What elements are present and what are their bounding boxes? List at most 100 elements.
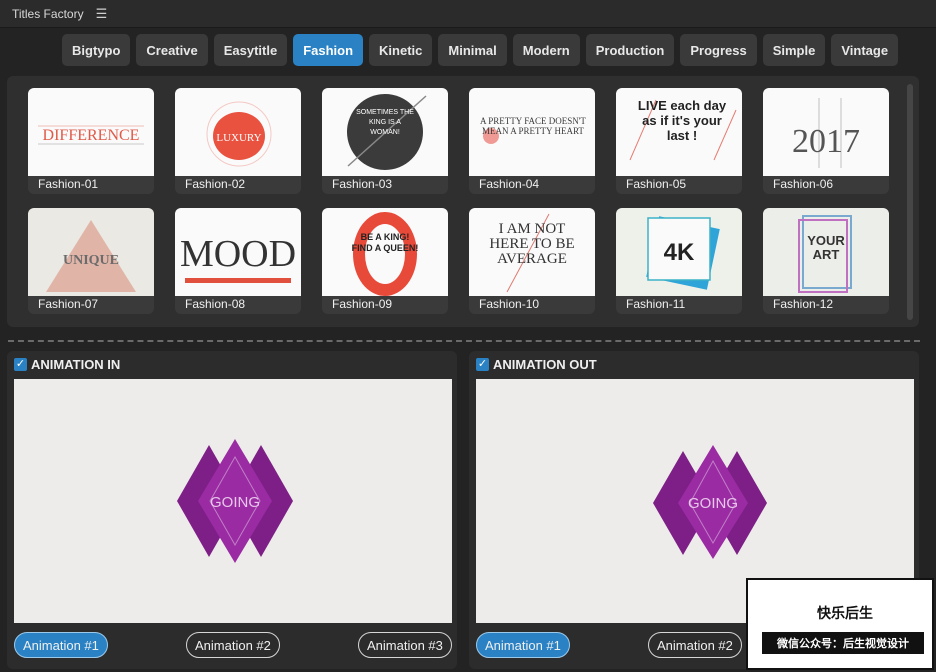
watermark-line-2: 微信公众号：后生视觉设计 [762, 632, 924, 654]
tab-creative[interactable]: Creative [136, 34, 208, 66]
thumb-text: LUXURY [216, 132, 261, 144]
template-thumbnail: 2017 [763, 88, 889, 176]
animation-in-preview: GOING [14, 379, 452, 623]
template-thumbnail: YOUR ART [763, 208, 889, 296]
template-gallery: DIFFERENCE Fashion-01 LUXURY Fashion-02 … [7, 76, 919, 327]
template-label: Fashion-10 [479, 297, 540, 311]
thumb-text: 4K [664, 239, 695, 266]
template-thumbnail: DIFFERENCE [28, 88, 154, 176]
template-label: Fashion-06 [773, 177, 834, 191]
template-card-fashion-08[interactable]: MOOD Fashion-08 [175, 208, 301, 314]
template-card-fashion-04[interactable]: A PRETTY FACE DOESN'T MEAN A PRETTY HEAR… [469, 88, 595, 194]
tab-label: Production [595, 42, 665, 58]
template-label: Fashion-02 [185, 177, 246, 191]
tab-vintage[interactable]: Vintage [831, 34, 899, 66]
thumb-text: MOOD [180, 233, 296, 275]
template-thumbnail: UNIQUE [28, 208, 154, 296]
animation-out-title: ANIMATION OUT [493, 357, 597, 372]
template-label: Fashion-05 [626, 177, 687, 191]
section-divider [8, 340, 920, 342]
template-card-fashion-06[interactable]: 2017 Fashion-06 [763, 88, 889, 194]
preview-text: GOING [210, 494, 260, 511]
thumbnail-art: DIFFERENCE [38, 125, 144, 145]
template-label: Fashion-08 [185, 297, 246, 311]
thumb-text: UNIQUE [63, 253, 119, 268]
animation-in-header: ✓ ANIMATION IN [14, 357, 120, 372]
watermark-line-1: 快乐后生 [798, 602, 892, 624]
template-card-fashion-03[interactable]: SOMETIMES THE KING IS A WOMAN! Fashion-0… [322, 88, 448, 194]
template-card-fashion-07[interactable]: UNIQUE Fashion-07 [28, 208, 154, 314]
animation-in-3-button[interactable]: Animation #3 [358, 632, 452, 658]
tab-label: Easytitle [223, 42, 278, 58]
tab-easytitle[interactable]: Easytitle [213, 34, 288, 66]
preview-text: GOING [688, 495, 738, 512]
tab-label: Fashion [303, 42, 354, 58]
thumbnail-art: A PRETTY FACE DOESN'T MEAN A PRETTY HEAR… [480, 116, 586, 144]
animation-in-panel: ✓ ANIMATION IN GOING Animation #1 Animat… [7, 351, 457, 669]
template-card-fashion-02[interactable]: LUXURY Fashion-02 [175, 88, 301, 194]
thumbnail-art: LUXURY [206, 101, 272, 167]
title-bar: Titles Factory ☰ [0, 0, 936, 28]
tab-label: Modern [522, 42, 570, 58]
animation-in-2-button[interactable]: Animation #2 [186, 632, 280, 658]
tab-label: Minimal [448, 42, 497, 58]
thumbnail-art: 4K [646, 216, 720, 290]
button-label: Animation #1 [485, 637, 561, 653]
tab-label: Bigtypo [72, 42, 121, 58]
template-thumbnail: I AM NOT HERE TO BE AVERAGE [469, 208, 595, 296]
template-card-fashion-05[interactable]: LIVE each day as if it's your last ! Fas… [616, 88, 742, 194]
animation-out-2-button[interactable]: Animation #2 [648, 632, 742, 658]
template-label: Fashion-04 [479, 177, 540, 191]
animation-in-title: ANIMATION IN [31, 357, 121, 372]
template-label: Fashion-07 [38, 297, 99, 311]
button-label: Animation #2 [195, 637, 271, 653]
template-card-fashion-01[interactable]: DIFFERENCE Fashion-01 [28, 88, 154, 194]
animation-in-1-button[interactable]: Animation #1 [14, 632, 108, 658]
tab-label: Kinetic [379, 42, 423, 58]
template-label: Fashion-12 [773, 297, 834, 311]
tab-modern[interactable]: Modern [512, 34, 580, 66]
template-label: Fashion-03 [332, 177, 393, 191]
tab-production[interactable]: Production [585, 34, 675, 66]
thumbnail-art: 2017 [792, 98, 860, 168]
tab-label: Creative [146, 42, 198, 58]
button-label: Animation #2 [657, 637, 733, 653]
tab-label: Simple [772, 42, 816, 58]
animation-out-checkbox[interactable]: ✓ [476, 358, 489, 371]
thumbnail-art: I AM NOT HERE TO BE AVERAGE [489, 213, 575, 293]
template-thumbnail: A PRETTY FACE DOESN'T MEAN A PRETTY HEAR… [469, 88, 595, 176]
tab-progress[interactable]: Progress [680, 34, 757, 66]
template-thumbnail: LUXURY [175, 88, 301, 176]
gallery-scrollbar[interactable] [907, 84, 913, 320]
thumb-text: 2017 [792, 123, 860, 160]
tab-simple[interactable]: Simple [762, 34, 826, 66]
tab-kinetic[interactable]: Kinetic [369, 34, 433, 66]
thumbnail-art: UNIQUE [46, 220, 136, 292]
animation-out-1-button[interactable]: Animation #1 [476, 632, 570, 658]
template-label: Fashion-11 [626, 297, 686, 311]
thumb-text: LIVE each day as if it's your last ! [637, 98, 727, 143]
template-label: Fashion-01 [38, 177, 99, 191]
thumbnail-art: BE A KING! FIND A QUEEN! [352, 212, 418, 296]
template-card-fashion-12[interactable]: YOUR ART Fashion-12 [763, 208, 889, 314]
template-thumbnail: 4K [616, 208, 742, 296]
thumbnail-art: LIVE each day as if it's your last ! [629, 98, 737, 161]
template-card-fashion-11[interactable]: 4K Fashion-11 [616, 208, 742, 314]
thumbnail-art: MOOD [180, 233, 296, 283]
template-card-fashion-10[interactable]: I AM NOT HERE TO BE AVERAGE Fashion-10 [469, 208, 595, 314]
tab-fashion[interactable]: Fashion [293, 34, 364, 66]
tab-minimal[interactable]: Minimal [438, 34, 507, 66]
animation-in-checkbox[interactable]: ✓ [14, 358, 27, 371]
template-label: Fashion-09 [332, 297, 393, 311]
thumb-text: I AM NOT HERE TO BE AVERAGE [489, 222, 575, 267]
preview-graphic: GOING [177, 439, 293, 563]
template-card-fashion-09[interactable]: BE A KING! FIND A QUEEN! Fashion-09 [322, 208, 448, 314]
hamburger-menu-icon[interactable]: ☰ [96, 6, 108, 22]
button-label: Animation #1 [23, 637, 99, 653]
tab-label: Vintage [841, 42, 889, 58]
template-thumbnail: SOMETIMES THE KING IS A WOMAN! [322, 88, 448, 176]
category-tabs: Bigtypo Creative Easytitle Fashion Kinet… [62, 34, 899, 66]
animation-out-header: ✓ ANIMATION OUT [476, 357, 597, 372]
window-title: Titles Factory [12, 6, 84, 21]
tab-bigtypo[interactable]: Bigtypo [62, 34, 131, 66]
